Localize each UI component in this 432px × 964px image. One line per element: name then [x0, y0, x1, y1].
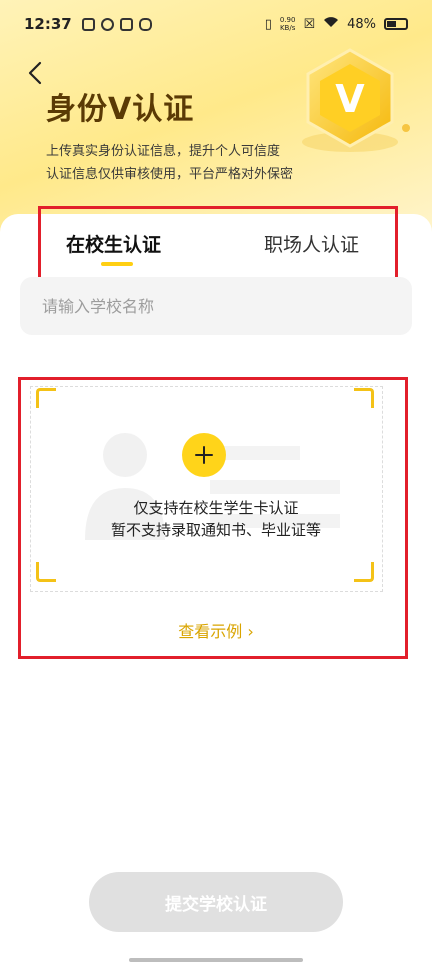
clover-icon [138, 17, 152, 31]
upload-hint-line2: 暂不支持录取通知书、毕业证等 [110, 521, 321, 539]
tiktok-icon [119, 17, 133, 31]
network-speed: 0.90 KB/s [279, 16, 296, 32]
svg-text:V: V [335, 77, 365, 121]
vibrate-icon: ▯ [264, 16, 272, 32]
notification-icon [81, 17, 95, 31]
chevron-left-icon [28, 61, 42, 85]
submit-school-verification-button[interactable]: 提交学校认证 [89, 872, 343, 932]
active-tab-indicator [101, 262, 133, 266]
page-title: 身份V认证 [46, 92, 195, 127]
upload-hint-line1: 仅支持在校生学生卡认证 [133, 499, 299, 517]
frame-corner [36, 562, 56, 582]
school-name-input[interactable] [20, 277, 412, 335]
home-indicator[interactable] [129, 958, 303, 962]
id-card-placeholder-icon [85, 433, 340, 540]
app-icon [100, 17, 114, 31]
battery-icon [384, 18, 408, 30]
add-photo-button[interactable] [182, 433, 226, 477]
view-example-link[interactable]: 查看示例 › [0, 618, 432, 642]
wifi-icon [323, 16, 339, 32]
back-button[interactable] [22, 58, 48, 88]
page-subtitle: 上传真实身份认证信息，提升个人可信度 认证信息仅供审核使用，平台严格对外保密 [46, 144, 294, 182]
battery-percent: 48% [347, 16, 376, 32]
status-time: 12:37 [24, 15, 72, 33]
frame-corner [36, 388, 56, 408]
tab-student[interactable]: 在校生认证 [66, 230, 161, 257]
status-bar: 12:37 ▯ 0.90 KB/s ☒ 48% [0, 0, 432, 48]
verified-v-badge-icon: V [302, 48, 410, 152]
sim-icon: ☒ [303, 16, 316, 32]
plus-icon [195, 446, 213, 464]
tab-professional[interactable]: 职场人认证 [264, 230, 359, 257]
frame-corner [354, 388, 374, 408]
